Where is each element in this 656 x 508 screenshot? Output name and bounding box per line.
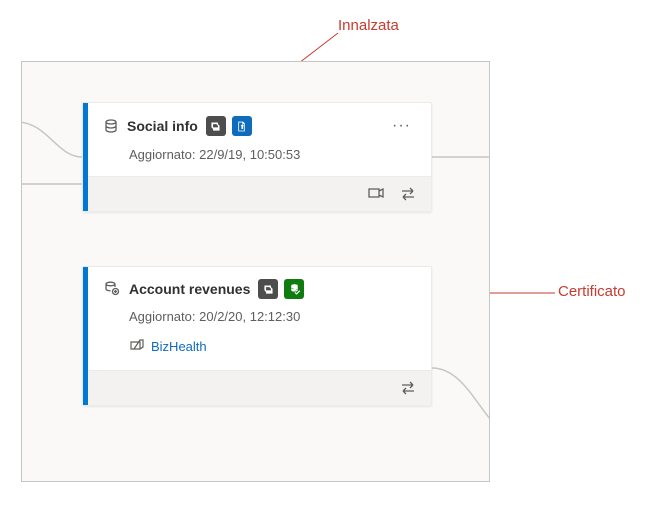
annotation-promoted-label: Innalzata <box>338 17 399 34</box>
source-badge-icon <box>258 279 278 299</box>
promoted-badge-icon <box>232 116 252 136</box>
source-badge-icon <box>206 116 226 136</box>
dataset-icon <box>103 118 119 134</box>
card-updated-text: Aggiornato: 22/9/19, 10:50:53 <box>83 143 431 176</box>
open-report-icon[interactable] <box>367 185 385 203</box>
card-workspace-link[interactable]: BizHealth <box>83 338 431 370</box>
dataflow-icon <box>103 280 121 298</box>
workspace-icon <box>129 338 145 354</box>
swap-icon[interactable] <box>399 185 417 203</box>
dataset-card-social-info[interactable]: Social info ··· Aggiornato: 22/9/19, 10:… <box>82 102 432 212</box>
dataset-card-account-revenues[interactable]: Account revenues Aggiornato: 20/2/20, 12… <box>82 266 432 406</box>
workspace-link-label: BizHealth <box>151 339 207 354</box>
card-accent <box>83 103 88 211</box>
card-updated-text: Aggiornato: 20/2/20, 12:12:30 <box>83 305 431 338</box>
card-more-button[interactable]: ··· <box>386 115 417 137</box>
certified-badge-icon <box>284 279 304 299</box>
card-title: Social info <box>127 118 198 134</box>
card-accent <box>83 267 88 405</box>
lineage-canvas-frame: Social info ··· Aggiornato: 22/9/19, 10:… <box>21 61 490 482</box>
swap-icon[interactable] <box>399 379 417 397</box>
annotation-certified-label: Certificato <box>558 283 626 300</box>
card-title: Account revenues <box>129 281 250 297</box>
